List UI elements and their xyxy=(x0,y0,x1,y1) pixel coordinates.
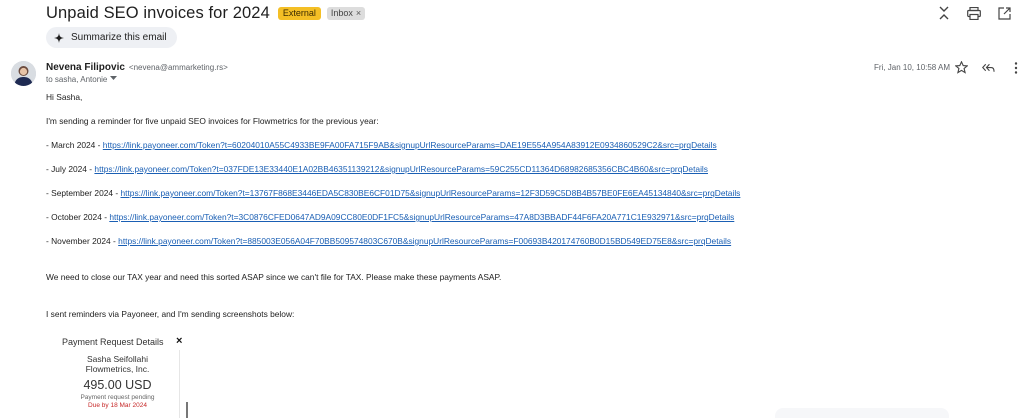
invoice-label: - March 2024 - xyxy=(46,140,103,150)
expand-collapse-icon[interactable] xyxy=(936,5,952,21)
invoice-line: - November 2024 - https://link.payoneer.… xyxy=(46,236,731,247)
invoice-label: - July 2024 - xyxy=(46,164,95,174)
payment-request-screenshot[interactable]: Payment Request Details × Sasha Seifolla… xyxy=(52,330,192,418)
sender-row: Nevena Filipovic <nevena@ammarketing.rs> xyxy=(46,62,228,73)
thread-toolbar xyxy=(936,5,1012,21)
invoice-link[interactable]: https://link.payoneer.com/Token?t=602040… xyxy=(103,140,717,150)
label-inbox-text: Inbox xyxy=(330,7,353,18)
invoice-label: - September 2024 - xyxy=(46,188,121,198)
payee-name: Sasha Seifollahi xyxy=(87,354,148,364)
invoice-line: - October 2024 - https://link.payoneer.c… xyxy=(46,212,734,223)
sparkle-icon xyxy=(54,32,64,43)
label-external[interactable]: External xyxy=(277,6,321,20)
star-icon[interactable] xyxy=(955,61,968,74)
print-icon[interactable] xyxy=(966,5,982,21)
invoice-link[interactable]: https://link.payoneer.com/Token?t=13767F… xyxy=(120,188,740,198)
payment-due-date: Due by 18 Mar 2024 xyxy=(88,402,147,409)
invoice-link[interactable]: https://link.payoneer.com/Token?t=3C0876… xyxy=(109,212,734,222)
open-in-new-window-icon[interactable] xyxy=(996,5,1012,21)
payment-amount: 495.00 USD xyxy=(83,378,152,392)
payment-card-title: Payment Request Details xyxy=(62,337,164,347)
invoice-line: - March 2024 - https://link.payoneer.com… xyxy=(46,140,717,151)
show-details-icon[interactable] xyxy=(110,76,118,83)
payee-org: Flowmetrics, Inc. xyxy=(85,364,150,374)
invoice-link[interactable]: https://link.payoneer.com/Token?t=885003… xyxy=(118,236,731,246)
sender-avatar[interactable] xyxy=(11,61,36,86)
summarize-label: Summarize this email xyxy=(71,32,167,43)
label-inbox[interactable]: Inbox × xyxy=(326,6,366,20)
sender-email: <nevena@ammarketing.rs> xyxy=(128,63,228,72)
greeting: Hi Sasha, xyxy=(46,92,83,102)
recipients-text: to sasha, Antonie xyxy=(46,75,108,84)
screenshot-scrollbar xyxy=(186,402,188,418)
floating-panel-edge xyxy=(775,408,949,418)
invoice-link[interactable]: https://link.payoneer.com/Token?t=037FDE… xyxy=(94,164,708,174)
recipients-row: to sasha, Antonie xyxy=(46,75,118,84)
message-actions xyxy=(955,61,1022,74)
summarize-email-button[interactable]: Summarize this email xyxy=(46,27,177,48)
payment-card-body: Sasha Seifollahi Flowmetrics, Inc. 495.0… xyxy=(56,350,180,418)
email-subject: Unpaid SEO invoices for 2024 xyxy=(46,3,270,22)
reply-all-icon[interactable] xyxy=(982,61,995,74)
tax-note: We need to close our TAX year and need t… xyxy=(46,272,502,282)
invoice-label: - October 2024 - xyxy=(46,212,110,222)
invoice-label: - November 2024 - xyxy=(46,236,119,246)
more-options-icon[interactable] xyxy=(1009,61,1022,74)
subject-row: Unpaid SEO invoices for 2024 External In… xyxy=(46,3,366,23)
reminder-note: I sent reminders via Payoneer, and I'm s… xyxy=(46,309,295,319)
message-date[interactable]: Fri, Jan 10, 10:58 AM xyxy=(874,63,950,72)
intro-paragraph: I'm sending a reminder for five unpaid S… xyxy=(46,116,379,126)
invoice-line: - September 2024 - https://link.payoneer… xyxy=(46,188,740,199)
close-icon: × xyxy=(176,335,183,347)
sender-name[interactable]: Nevena Filipovic xyxy=(46,62,125,73)
payment-status: Payment request pending xyxy=(80,394,155,401)
remove-label-icon[interactable]: × xyxy=(356,8,361,19)
invoice-line: - July 2024 - https://link.payoneer.com/… xyxy=(46,164,708,175)
